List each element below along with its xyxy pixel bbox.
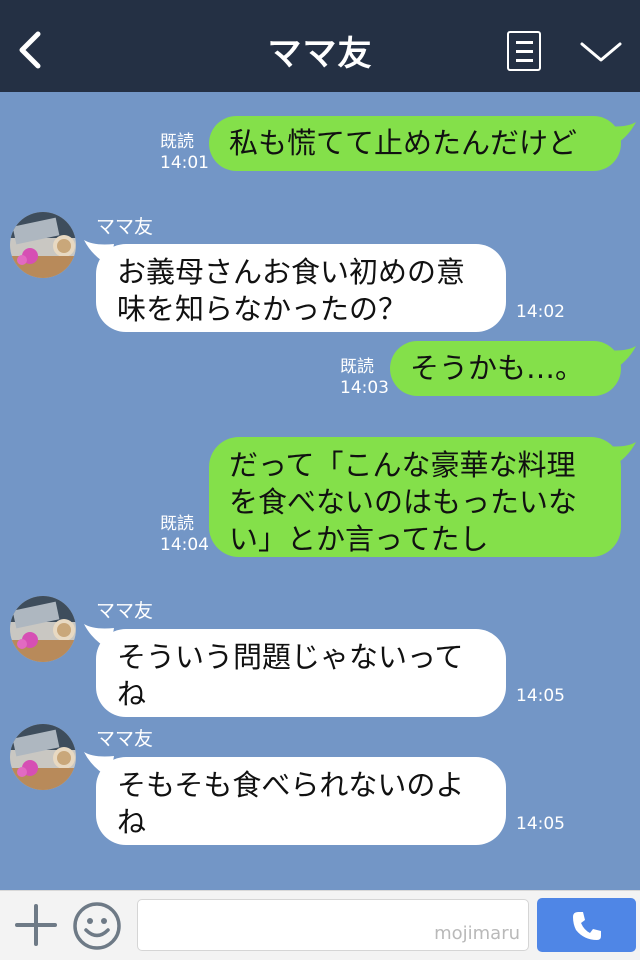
outgoing-message[interactable]: そうかも…。 <box>390 341 621 396</box>
menu-icon[interactable] <box>507 31 541 71</box>
plus-icon[interactable] <box>14 903 58 947</box>
message-read-status: 既読 14:01 <box>160 132 209 173</box>
message-read-status: 既読 14:03 <box>340 357 389 398</box>
chevron-down-icon[interactable] <box>578 36 624 66</box>
message-read-status: 既読 14:04 <box>160 514 209 555</box>
chat-title: ママ友 <box>267 34 373 74</box>
message-time: 14:02 <box>516 302 565 322</box>
input-bar: mojimaru <box>0 890 640 960</box>
phone-icon <box>573 912 601 940</box>
chat-header: ママ友 <box>0 0 640 92</box>
sender-name: ママ友 <box>96 728 154 750</box>
incoming-message[interactable]: そういう問題じゃないってね <box>96 629 506 717</box>
outgoing-message[interactable]: 私も慌てて止めたんだけど <box>209 116 621 171</box>
message-time: 14:05 <box>516 686 565 706</box>
call-button[interactable] <box>537 898 636 952</box>
avatar[interactable] <box>10 596 76 662</box>
message-input[interactable]: mojimaru <box>137 899 529 951</box>
avatar[interactable] <box>10 724 76 790</box>
incoming-message[interactable]: そもそも食べられないのよね <box>96 757 506 845</box>
outgoing-message[interactable]: だって「こんな豪華な料理を食べないのはもったいない」とか言ってたし <box>209 437 621 557</box>
avatar[interactable] <box>10 212 76 278</box>
message-time: 14:05 <box>516 814 565 834</box>
smile-icon[interactable] <box>72 901 122 951</box>
sender-name: ママ友 <box>96 600 154 622</box>
watermark: mojimaru <box>434 923 520 944</box>
chat-area[interactable]: 既読 14:01 私も慌てて止めたんだけど ママ友 お義母さんお食い初めの意味を知… <box>0 92 640 890</box>
sender-name: ママ友 <box>96 216 154 238</box>
incoming-message[interactable]: お義母さんお食い初めの意味を知らなかったの？ <box>96 244 506 332</box>
